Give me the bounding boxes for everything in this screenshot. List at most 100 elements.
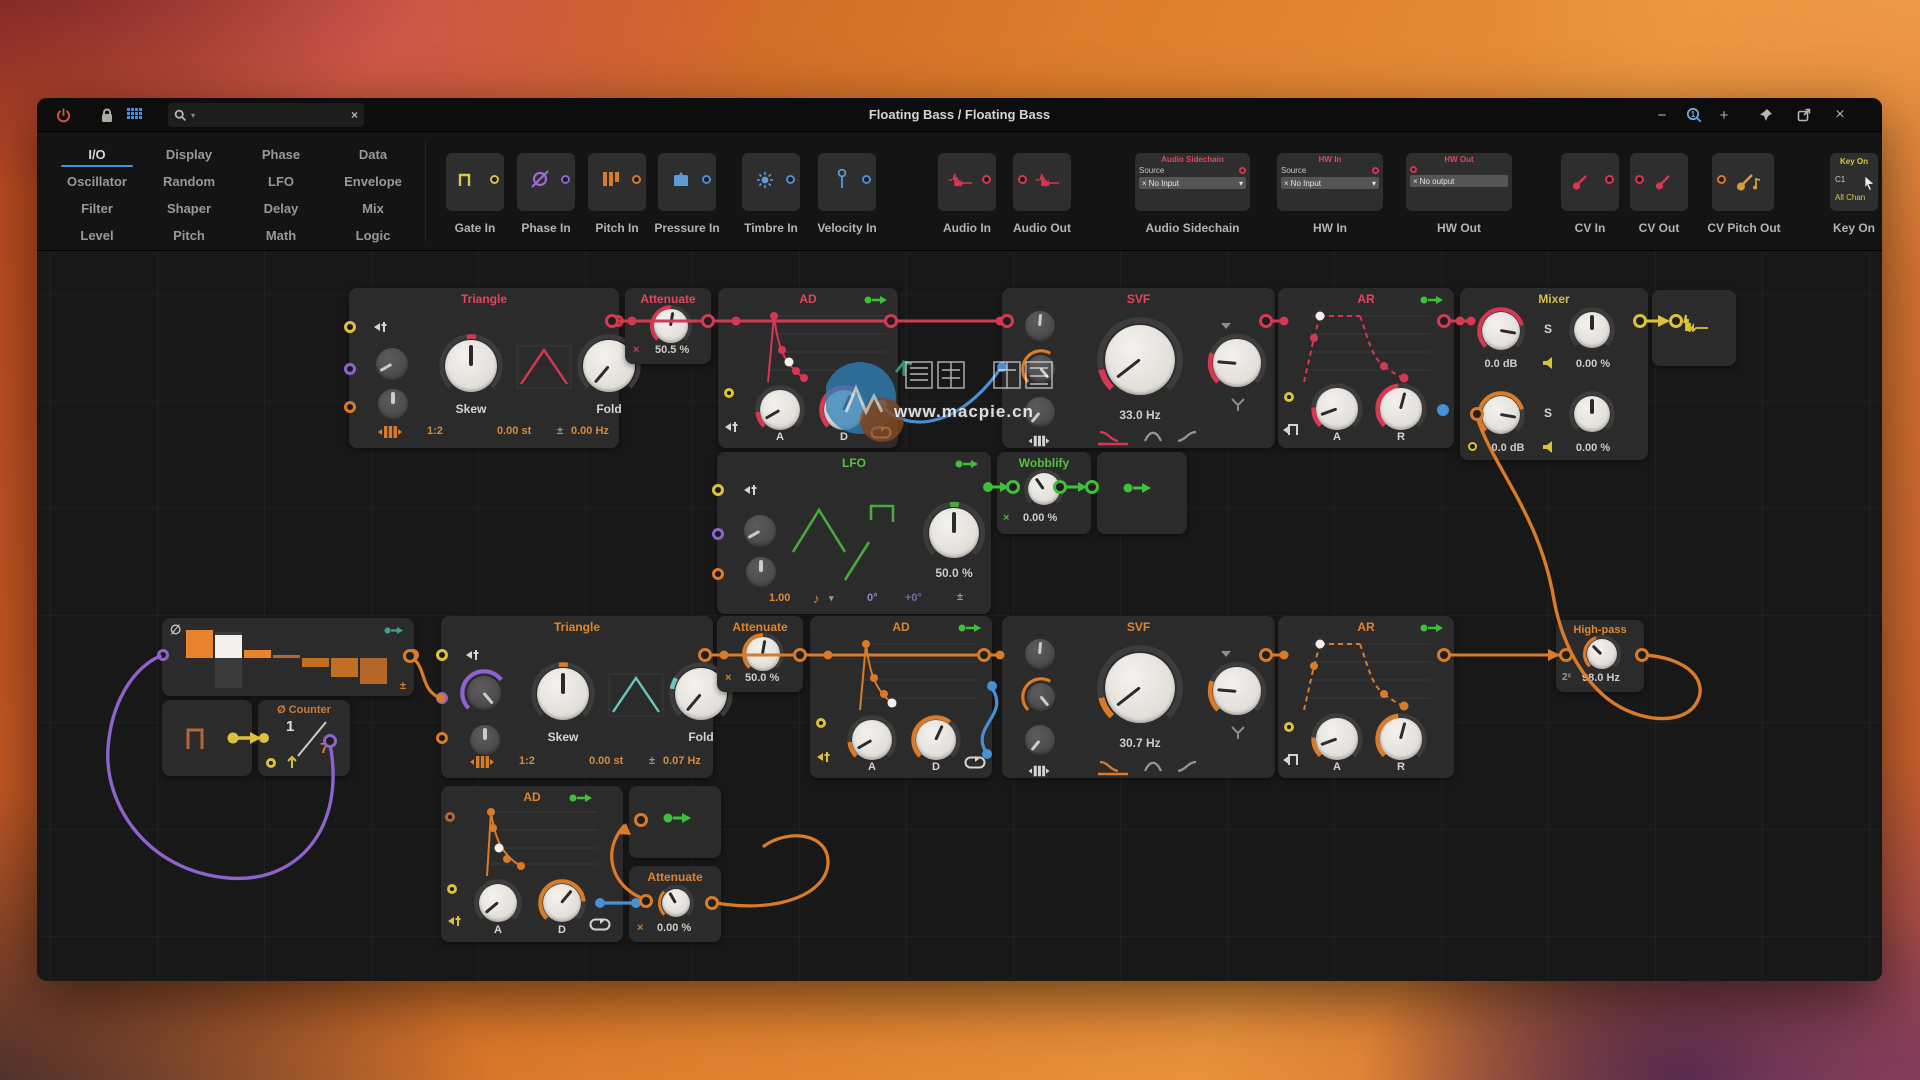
gain1-knob[interactable] — [1476, 306, 1526, 356]
module-ad-low[interactable]: AD A D — [441, 786, 623, 942]
res-mod-knob[interactable] — [1020, 720, 1060, 760]
attack-knob[interactable] — [846, 714, 898, 766]
gate-in-port[interactable] — [1284, 392, 1294, 402]
sync-in-port[interactable] — [344, 321, 356, 333]
note-icon[interactable]: ♪ — [813, 591, 820, 606]
phase-in-port[interactable] — [436, 692, 448, 704]
lowpass-icon[interactable] — [1096, 758, 1136, 776]
module-attenuate-low[interactable]: Attenuate × 0.00 % — [629, 866, 721, 942]
trigger-out-icon[interactable] — [864, 295, 890, 305]
steps-out-port[interactable] — [407, 649, 419, 661]
category-logic[interactable]: Logic — [327, 222, 419, 249]
category-display[interactable]: Display — [143, 141, 235, 168]
semitone-value[interactable]: 0.00 st — [589, 755, 623, 767]
sidechain-input-dropdown[interactable]: ×No Input▾ — [1139, 177, 1246, 189]
hw-in-dropdown[interactable]: ×No Input▾ — [1281, 177, 1379, 189]
module-counter[interactable]: Ø Counter 1 7 — [258, 700, 350, 776]
cutoff-value[interactable]: 30.7 Hz — [1094, 736, 1186, 750]
module-ad-top[interactable]: AD A D — [718, 288, 898, 448]
trigger-out-icon[interactable] — [955, 459, 981, 469]
category-random[interactable]: Random — [143, 168, 235, 195]
palette-audio-in[interactable] — [938, 153, 996, 211]
category-mix[interactable]: Mix — [327, 195, 419, 222]
palette-audio-out[interactable] — [1013, 153, 1071, 211]
module-lfo[interactable]: LFO 50.0 % 1.00 ♪ ▾ 0° +0° ± — [717, 452, 991, 614]
resonance-knob[interactable] — [1206, 332, 1268, 394]
sync-in-port[interactable] — [712, 484, 724, 496]
module-ad-bottom[interactable]: AD A D — [810, 616, 992, 778]
module-mixer[interactable]: Mixer 0.0 dB S 0.00 % 0.0 dB S 0.00 % — [1460, 288, 1648, 460]
detach-window-icon[interactable] — [1792, 103, 1816, 127]
lfo-shape-display[interactable] — [789, 492, 909, 584]
phase-in-port[interactable] — [344, 363, 356, 375]
speaker-icon[interactable] — [1542, 356, 1558, 370]
palette-cv-in[interactable] — [1561, 153, 1619, 211]
speaker-icon[interactable] — [1542, 440, 1558, 454]
palette-gate-in[interactable] — [446, 153, 504, 211]
lowpass-icon[interactable] — [1096, 428, 1136, 446]
bandpass-icon[interactable] — [1142, 428, 1168, 444]
plusminus-icon[interactable]: ± — [557, 425, 563, 437]
attack-knob[interactable] — [473, 878, 523, 928]
semitone-value[interactable]: 0.00 st — [497, 425, 531, 437]
category-filter[interactable]: Filter — [51, 195, 143, 222]
module-attenuate-bottom[interactable]: Attenuate × 50.0 % — [717, 616, 803, 692]
skew-mod-knob[interactable] — [371, 343, 413, 385]
attenuate-value[interactable]: 50.0 % — [745, 672, 779, 684]
hz-value[interactable]: 0.00 Hz — [571, 425, 609, 437]
attack-knob[interactable] — [1310, 712, 1364, 766]
module-audio-out[interactable] — [1652, 290, 1736, 366]
cutoff-mod2-knob[interactable] — [1020, 676, 1062, 718]
cutoff-mod2-knob[interactable] — [1020, 348, 1062, 390]
triangle-out-port[interactable] — [612, 315, 624, 327]
wobble-knob[interactable] — [1023, 468, 1065, 510]
attenuate-value[interactable]: 50.5 % — [655, 344, 689, 356]
palette-audio-sidechain[interactable]: Audio Sidechain Source ×No Input▾ — [1135, 153, 1250, 211]
palette-cv-out[interactable] — [1630, 153, 1688, 211]
bipolar-icon[interactable]: ± — [957, 591, 963, 603]
attenuate-knob[interactable] — [649, 304, 693, 348]
module-triangle-top[interactable]: Triangle Skew Fold 1:2 0.00 st ± 0.00 Hz — [349, 288, 619, 448]
solo1-label[interactable]: S — [1544, 322, 1552, 336]
reset-in-port[interactable] — [266, 758, 276, 768]
category-oscillator[interactable]: Oscillator — [51, 168, 143, 195]
palette-pitch-in[interactable] — [588, 153, 646, 211]
phase-mod-knob[interactable] — [739, 510, 781, 552]
module-pulse[interactable] — [162, 700, 252, 776]
loop-icon[interactable] — [589, 918, 611, 931]
ratio-value[interactable]: 1:2 — [427, 425, 443, 437]
rate-mod-knob[interactable] — [741, 552, 781, 592]
decay-knob[interactable] — [818, 384, 870, 436]
gain1-value[interactable]: 0.0 dB — [1468, 358, 1534, 370]
module-wobblify[interactable]: Wobblify × 0.00 % — [997, 452, 1091, 534]
cutoff-value[interactable]: 98.0 Hz — [1582, 672, 1620, 684]
envelope-display[interactable] — [832, 636, 982, 716]
trigger-out-icon[interactable] — [1420, 295, 1446, 305]
phase-in-port[interactable] — [445, 812, 455, 822]
module-ar-top[interactable]: AR A R — [1278, 288, 1454, 448]
amount-knob[interactable] — [921, 500, 987, 566]
zoom-out-button[interactable]: − — [1650, 103, 1674, 127]
attack-knob[interactable] — [754, 384, 806, 436]
cutoff-knob[interactable] — [1094, 314, 1186, 406]
palette-pressure-in[interactable] — [658, 153, 716, 211]
hz-value[interactable]: 0.07 Hz — [663, 755, 701, 767]
attenuate-knob[interactable] — [741, 632, 785, 676]
steps-display[interactable] — [184, 624, 388, 688]
gate-in-port[interactable] — [447, 884, 457, 894]
amount-value[interactable]: 50.0 % — [915, 566, 993, 580]
palette-phase-in[interactable] — [517, 153, 575, 211]
module-triangle-bottom[interactable]: Triangle Skew Fold 1:2 0.00 st ± 0.07 Hz — [441, 616, 713, 778]
pitch-mode-icon[interactable] — [377, 424, 403, 440]
gate2-port[interactable] — [1468, 442, 1477, 451]
palette-hw-in[interactable]: HW In Source ×No Input▾ — [1277, 153, 1383, 211]
palette-velocity-in[interactable] — [818, 153, 876, 211]
pin-icon[interactable] — [1754, 103, 1778, 127]
category-lfo[interactable]: LFO — [235, 168, 327, 195]
palette-timbre-in[interactable] — [742, 153, 800, 211]
solo2-label[interactable]: S — [1544, 406, 1552, 420]
module-out-small-bottom[interactable] — [629, 786, 721, 858]
category-delay[interactable]: Delay — [235, 195, 327, 222]
envelope-display[interactable] — [1296, 308, 1444, 388]
phase-in-port[interactable] — [712, 528, 724, 540]
